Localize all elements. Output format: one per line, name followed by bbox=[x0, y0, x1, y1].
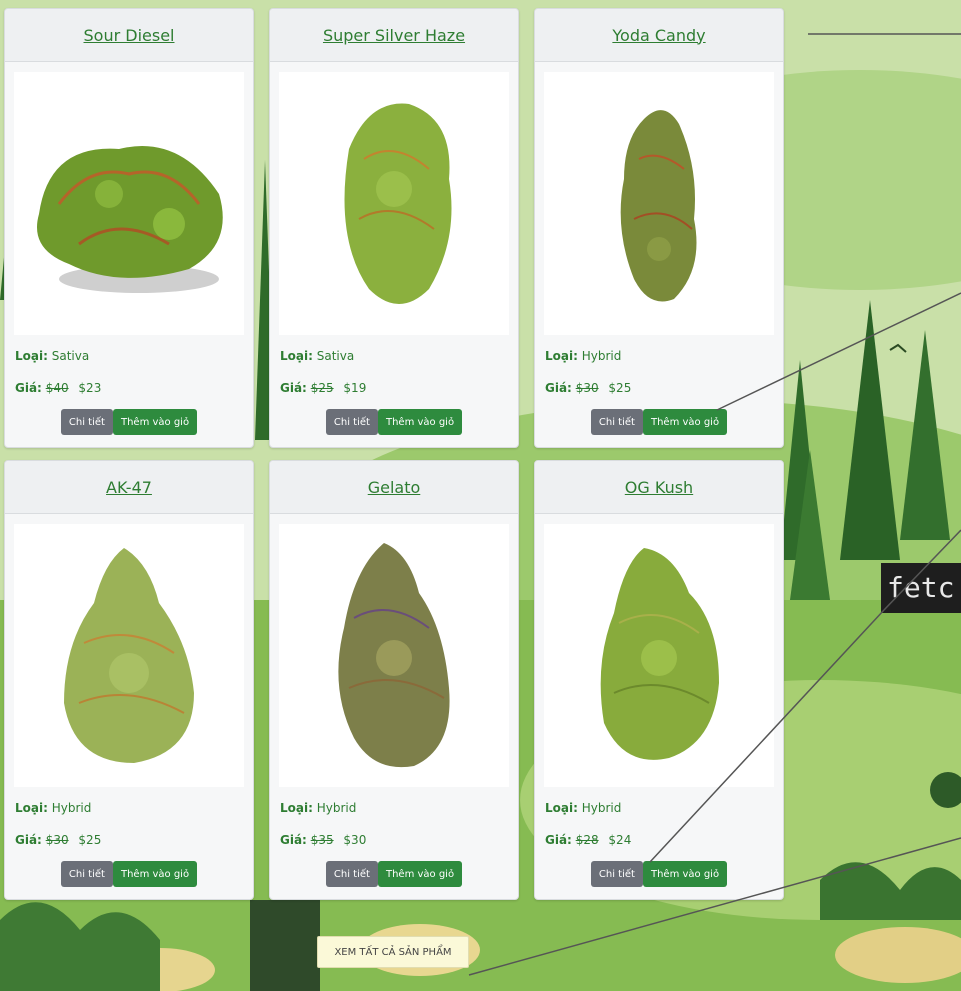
card-actions: Chi tiết Thêm vào giỏ bbox=[535, 409, 783, 435]
product-type: Loại: Hybrid bbox=[545, 349, 622, 363]
product-price: Giá: $30 $25 bbox=[545, 381, 632, 395]
current-price: $30 bbox=[343, 833, 367, 847]
current-price: $25 bbox=[608, 381, 632, 395]
product-type: Loại: Hybrid bbox=[280, 801, 357, 815]
bud-image-icon bbox=[37, 145, 223, 293]
product-type: Loại: Sativa bbox=[15, 349, 90, 363]
type-value: Sativa bbox=[316, 349, 355, 363]
card-header: Sour Diesel bbox=[5, 9, 253, 62]
product-image[interactable] bbox=[14, 524, 244, 787]
product-title-link[interactable]: AK-47 bbox=[106, 478, 152, 497]
product-title-link[interactable]: Super Silver Haze bbox=[323, 26, 465, 45]
type-value: Hybrid bbox=[51, 801, 92, 815]
detail-button[interactable]: Chi tiết bbox=[590, 409, 643, 435]
old-price: $35 bbox=[310, 833, 334, 847]
detail-button[interactable]: Chi tiết bbox=[590, 861, 643, 887]
bud-image-icon bbox=[64, 548, 194, 763]
add-to-cart-button[interactable]: Thêm vào giỏ bbox=[642, 861, 728, 887]
old-price: $25 bbox=[310, 381, 334, 395]
add-to-cart-button[interactable]: Thêm vào giỏ bbox=[377, 861, 463, 887]
product-image[interactable] bbox=[544, 72, 774, 335]
product-title-link[interactable]: Yoda Candy bbox=[612, 26, 705, 45]
detail-button[interactable]: Chi tiết bbox=[60, 409, 113, 435]
view-all-products-button[interactable]: XEM TẤT CẢ SẢN PHẨM bbox=[317, 936, 469, 968]
product-title-link[interactable]: Gelato bbox=[368, 478, 421, 497]
product-price: Giá: $35 $30 bbox=[280, 833, 367, 847]
product-price: Giá: $28 $24 bbox=[545, 833, 632, 847]
product-image[interactable] bbox=[14, 72, 244, 335]
detail-button[interactable]: Chi tiết bbox=[325, 409, 378, 435]
current-price: $24 bbox=[608, 833, 632, 847]
product-type: Loại: Sativa bbox=[280, 349, 355, 363]
card-header: AK-47 bbox=[5, 461, 253, 514]
add-to-cart-button[interactable]: Thêm vào giỏ bbox=[112, 861, 198, 887]
bud-image-icon bbox=[620, 109, 697, 301]
product-card: Yoda Candy Loại: Hybrid Giá: $30 $25 Chi… bbox=[534, 8, 784, 448]
product-title-link[interactable]: Sour Diesel bbox=[84, 26, 175, 45]
product-type: Loại: Hybrid bbox=[15, 801, 92, 815]
old-price: $40 bbox=[45, 381, 69, 395]
product-price: Giá: $40 $23 bbox=[15, 381, 102, 395]
product-card: Super Silver Haze Loại: Sativa Giá: $25 … bbox=[269, 8, 519, 448]
code-snippet: fetc bbox=[881, 563, 961, 613]
card-header: Gelato bbox=[270, 461, 518, 514]
current-price: $23 bbox=[78, 381, 102, 395]
bud-image-icon bbox=[344, 103, 452, 304]
old-price: $30 bbox=[45, 833, 69, 847]
card-actions: Chi tiết Thêm vào giỏ bbox=[5, 861, 253, 887]
detail-button[interactable]: Chi tiết bbox=[325, 861, 378, 887]
add-to-cart-button[interactable]: Thêm vào giỏ bbox=[377, 409, 463, 435]
product-price: Giá: $25 $19 bbox=[280, 381, 367, 395]
current-price: $19 bbox=[343, 381, 367, 395]
product-card: AK-47 Loại: Hybrid Giá: $30 $25 Chi tiết… bbox=[4, 460, 254, 900]
card-header: Super Silver Haze bbox=[270, 9, 518, 62]
type-value: Hybrid bbox=[316, 801, 357, 815]
product-card: Gelato Loại: Hybrid Giá: $35 $30 Chi tiế… bbox=[269, 460, 519, 900]
card-actions: Chi tiết Thêm vào giỏ bbox=[270, 409, 518, 435]
current-price: $25 bbox=[78, 833, 102, 847]
add-to-cart-button[interactable]: Thêm vào giỏ bbox=[112, 409, 198, 435]
product-image[interactable] bbox=[279, 524, 509, 787]
product-card: Sour Diesel Loại: Sativa Giá: $40 $23 Ch… bbox=[4, 8, 254, 448]
product-price: Giá: $30 $25 bbox=[15, 833, 102, 847]
card-actions: Chi tiết Thêm vào giỏ bbox=[5, 409, 253, 435]
bud-image-icon bbox=[338, 543, 450, 768]
product-card: OG Kush Loại: Hybrid Giá: $28 $24 Chi ti… bbox=[534, 460, 784, 900]
product-image[interactable] bbox=[279, 72, 509, 335]
detail-button[interactable]: Chi tiết bbox=[60, 861, 113, 887]
card-actions: Chi tiết Thêm vào giỏ bbox=[535, 861, 783, 887]
card-actions: Chi tiết Thêm vào giỏ bbox=[270, 861, 518, 887]
product-title-link[interactable]: OG Kush bbox=[625, 478, 693, 497]
bud-image-icon bbox=[600, 548, 719, 760]
old-price: $30 bbox=[575, 381, 599, 395]
product-image[interactable] bbox=[544, 524, 774, 787]
card-header: OG Kush bbox=[535, 461, 783, 514]
card-header: Yoda Candy bbox=[535, 9, 783, 62]
add-to-cart-button[interactable]: Thêm vào giỏ bbox=[642, 409, 728, 435]
old-price: $28 bbox=[575, 833, 599, 847]
type-value: Hybrid bbox=[581, 801, 622, 815]
type-value: Hybrid bbox=[581, 349, 622, 363]
type-value: Sativa bbox=[51, 349, 90, 363]
product-type: Loại: Hybrid bbox=[545, 801, 622, 815]
